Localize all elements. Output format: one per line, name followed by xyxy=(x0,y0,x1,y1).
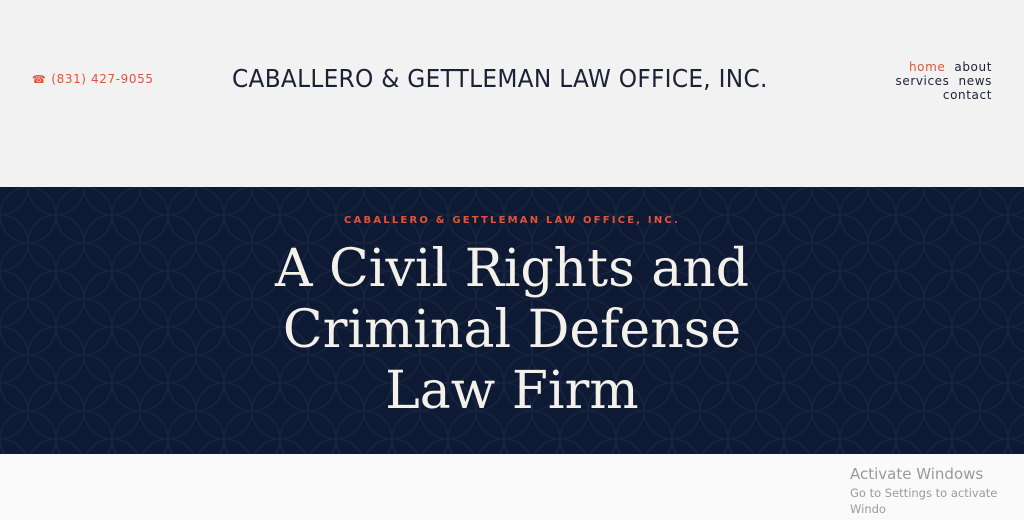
nav-news[interactable]: news xyxy=(959,74,992,88)
headline-line-1: A Civil Rights and xyxy=(274,239,750,299)
nav-row-1: home about xyxy=(882,60,992,74)
site-header: ☎ (831) 427-9055 CABALLERO & GETTLEMAN L… xyxy=(0,0,1024,187)
headline-line-2: Criminal Defense xyxy=(282,300,742,360)
telephone-icon: ☎ xyxy=(32,72,47,86)
main-nav: home about services news contact xyxy=(882,60,992,102)
hero-banner: CABALLERO & GETTLEMAN LAW OFFICE, INC. A… xyxy=(0,187,1024,454)
nav-contact[interactable]: contact xyxy=(943,88,992,102)
watermark-title: Activate Windows xyxy=(850,465,984,483)
phone-link[interactable]: ☎ (831) 427-9055 xyxy=(32,72,154,86)
site-title[interactable]: CABALLERO & GETTLEMAN LAW OFFICE, INC. xyxy=(232,64,768,93)
windows-activation-watermark: Activate Windows Go to Settings to activ… xyxy=(850,465,1024,517)
nav-home[interactable]: home xyxy=(909,60,945,74)
phone-number: (831) 427-9055 xyxy=(51,72,154,86)
watermark-subtitle: Go to Settings to activate Windo xyxy=(850,486,998,516)
nav-row-3: contact xyxy=(882,88,992,102)
nav-about[interactable]: about xyxy=(954,60,992,74)
hero-eyebrow: CABALLERO & GETTLEMAN LAW OFFICE, INC. xyxy=(344,215,680,226)
nav-row-2: services news xyxy=(882,74,992,88)
hero-headline: A Civil Rights and Criminal Defense Law … xyxy=(0,239,1024,422)
headline-line-3: Law Firm xyxy=(385,361,639,421)
nav-services[interactable]: services xyxy=(895,74,949,88)
